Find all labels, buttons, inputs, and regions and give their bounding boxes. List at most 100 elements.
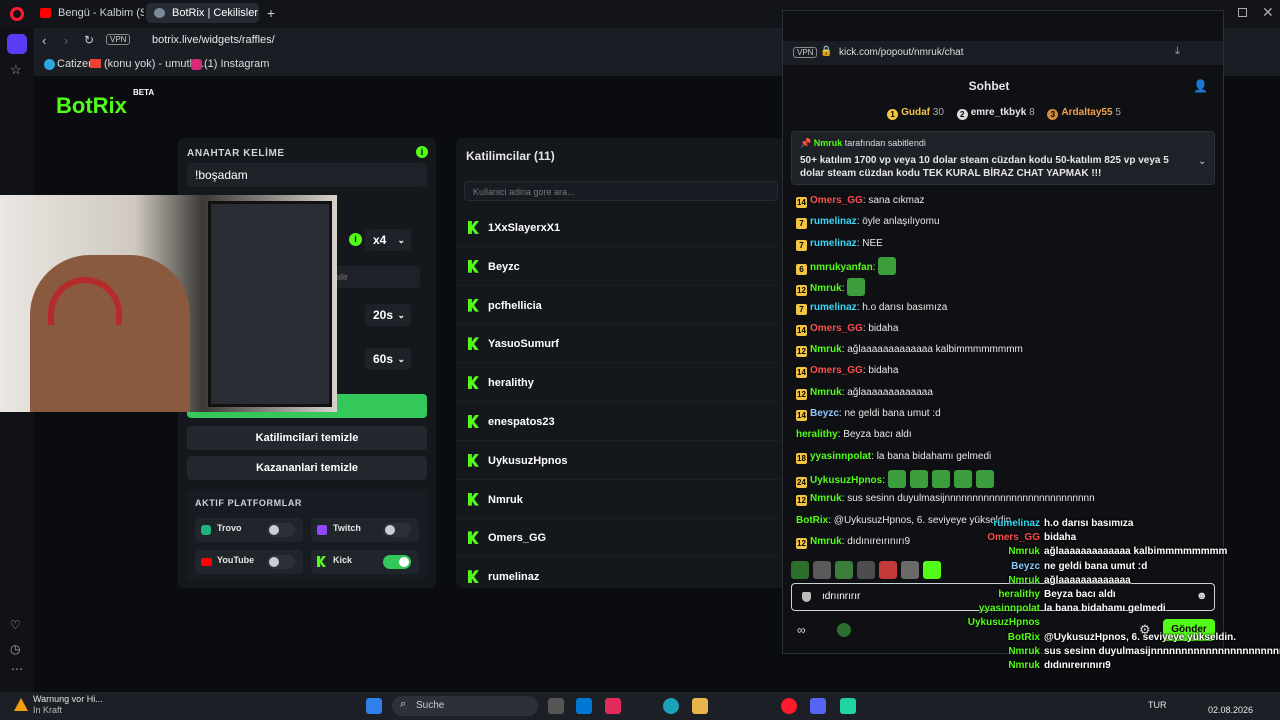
chat-message[interactable]: 24 UykusuzHpnos: [796,469,998,488]
chat-username[interactable]: rumelinaz [810,302,857,313]
chat-url[interactable]: kick.com/popout/nmruk/chat [839,47,964,58]
user-settings-icon[interactable]: 👤 [1193,79,1208,93]
chat-username[interactable]: yyasinnpolat [810,451,871,462]
chat-message[interactable]: 7 rumelinaz: öyle anlaşılıyomu [796,214,940,230]
duration-select-b[interactable]: 60s ⌄ [365,348,411,370]
emote-icon[interactable] [857,561,875,579]
emote-icon[interactable] [879,561,897,579]
chat-input[interactable]: ıdrıınrırır [822,591,860,602]
window-restore-icon[interactable] [1238,8,1247,17]
participant-row[interactable]: rumelinaz [456,558,786,588]
emote-icon[interactable] [923,561,941,579]
chat-message[interactable]: 14 Omers_GG: bidaha [796,321,898,337]
opera-logo-icon[interactable] [10,7,24,21]
emote-icon[interactable] [901,561,919,579]
chat-username[interactable]: Nmruk [810,493,842,504]
chat-message[interactable]: 12 Nmruk: dıdınıreırınırı9 [796,534,910,550]
kick-taskbar-icon[interactable] [840,698,856,714]
twitch-toggle[interactable] [383,523,411,537]
forward-icon[interactable]: › [64,33,68,48]
chat-username[interactable]: Nmruk [810,387,842,398]
discord-icon[interactable] [810,698,826,714]
chat-username[interactable]: heralithy [796,429,838,440]
emote-icon[interactable] [931,469,950,488]
new-tab-button[interactable]: + [264,4,278,22]
history-icon[interactable]: ◷ [10,642,20,656]
emote-icon[interactable] [953,469,972,488]
botrix-logo[interactable]: BotRix BETA [56,88,154,119]
chat-message[interactable]: 12 Nmruk: [796,278,869,297]
taskbar-search[interactable]: ⌕ Suche [392,696,538,716]
chat-username[interactable]: Nmruk [810,536,842,547]
chat-username[interactable]: UykusuzHpnos [810,475,882,486]
chat-message[interactable]: 7 rumelinaz: NEE [796,236,883,252]
multiplier-select[interactable]: x4 ⌄ [365,229,411,251]
window-close-icon[interactable]: ✕ [1262,4,1274,20]
bookmark-instagram[interactable]: (1) Instagram [204,58,269,70]
chat-username[interactable]: Nmruk [810,344,842,355]
participant-row[interactable]: Nmruk [456,481,786,519]
chat-username[interactable]: rumelinaz [810,216,857,227]
chat-username[interactable]: Beyzc [810,408,839,419]
pinned-message[interactable]: 📌 Nmruk tarafından sabitlendi 50+ katılı… [791,131,1215,185]
participant-row[interactable]: 1XxSlayerxX1 [456,209,786,247]
chat-message[interactable]: 7 rumelinaz: h.o darısı basımıza [796,300,947,316]
chat-message[interactable]: 12 Nmruk: ağlaaaaaaaaaaaaa kalbimmmmmmmm [796,342,1023,358]
outlook-icon[interactable] [576,698,592,714]
participant-row[interactable]: enespatos23 [456,403,786,441]
warning-title[interactable]: Warnung vor Hi... [33,694,103,704]
chat-message[interactable]: 12 Nmruk: ağlaaaaaaaaaaaaa [796,385,933,401]
star-icon[interactable]: ☆ [10,62,22,78]
download-icon[interactable]: ⤓ [1175,45,1180,58]
chat-username[interactable]: Omers_GG [810,195,863,206]
vpn-badge[interactable]: VPN [106,34,131,45]
chat-username[interactable]: nmrukyanfan [810,262,873,273]
address-bar[interactable]: botrix.live/widgets/raffles/ [152,34,275,46]
emote-icon[interactable] [975,469,994,488]
participant-row[interactable]: pcfhellicia [456,287,786,325]
chat-message[interactable]: 14 Omers_GG: sana cıkmaz [796,193,925,209]
participant-row[interactable]: YasuoSumurf [456,325,786,364]
file-explorer-icon[interactable] [548,698,564,714]
chat-username[interactable]: Omers_GG [810,365,863,376]
chevron-down-icon[interactable]: ⌄ [1198,156,1206,167]
windows-start-icon[interactable] [366,698,382,714]
clear-participants-button[interactable]: Katilimcilari temizle [187,426,427,450]
back-icon[interactable]: ‹ [42,33,46,48]
tab-music[interactable]: Bengü - Kalbim (Slow [32,3,144,23]
tray-lang[interactable]: TUR [1148,700,1167,710]
tray-date[interactable]: 02.08.2026 [1208,705,1253,715]
participant-row[interactable]: heralithy [456,364,786,403]
chat-username[interactable]: rumelinaz [810,238,857,249]
chat-message[interactable]: heralithy: Beyza bacı aldı [796,427,912,443]
emote-icon[interactable] [791,561,809,579]
participant-row[interactable]: Omers_GG [456,519,786,558]
emote-icon[interactable] [887,469,906,488]
youtube-toggle[interactable] [267,555,295,569]
heart-icon[interactable]: ♡ [10,618,21,632]
more-icon[interactable]: ⋯ [11,662,23,676]
home-icon[interactable] [7,34,27,54]
chat-message[interactable]: 6 nmrukyanfan: [796,256,900,275]
kick-toggle[interactable] [383,555,411,569]
tab-botrix[interactable]: BotRix | Cekilisler [146,3,259,23]
reload-icon[interactable]: ↻ [84,33,94,47]
chat-message[interactable]: 14 Beyzc: ne geldi bana umut :d [796,406,941,422]
participant-row[interactable]: Beyzc [456,248,786,286]
info-icon[interactable]: i [416,146,428,158]
chat-message[interactable]: 14 Omers_GG: bidaha [796,363,898,379]
chat-username[interactable]: Nmruk [810,283,842,294]
opera-taskbar-icon[interactable] [781,698,797,714]
chat-username[interactable]: Omers_GG [810,323,863,334]
chat-message[interactable]: 18 yyasinnpolat: la bana bidahamı gelmedi [796,449,991,465]
kick-logo-icon[interactable] [837,623,851,637]
edge-icon[interactable] [663,698,679,714]
participant-search-input[interactable]: Kullanici adina gore ara... [464,181,778,201]
multiplier-info-icon[interactable]: i [349,233,362,246]
duration-select-a[interactable]: 20s ⌄ [365,304,411,326]
participant-row[interactable]: UykusuzHpnos [456,442,786,480]
bookmark-catizen[interactable]: Catizen [57,58,94,70]
emote-icon[interactable] [847,278,866,297]
emote-icon[interactable] [909,469,928,488]
chat-username[interactable]: BotRix [796,515,828,526]
